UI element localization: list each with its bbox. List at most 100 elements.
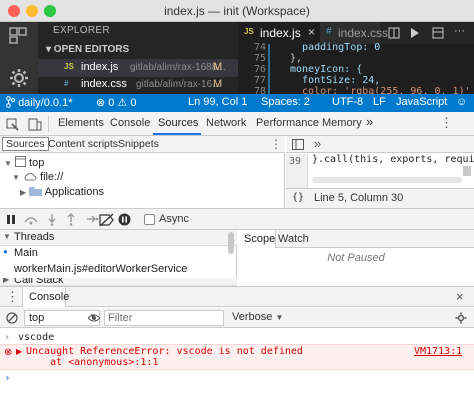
horizontal-scrollbar[interactable] (312, 177, 462, 183)
open-editor-filename: index.css (81, 78, 127, 90)
vertical-dots-icon[interactable]: ⋮ (270, 137, 282, 151)
line-gutter: 39 (286, 154, 308, 188)
branch-icon (6, 96, 15, 108)
pause-on-exceptions-icon[interactable] (118, 213, 131, 226)
explorer-title: EXPLORER (53, 25, 110, 36)
warning-icon: ⚠ (117, 97, 128, 109)
editor-tab-index-css[interactable]: # index.css (320, 22, 388, 44)
async-checkbox[interactable] (144, 214, 155, 225)
change-gutter-marker (268, 44, 270, 94)
thread-item-worker[interactable]: workerMain.js#editorWorkerService (0, 262, 226, 278)
console-filter-input[interactable] (104, 310, 224, 326)
activity-bar (0, 22, 38, 94)
editor-tab-index-js[interactable]: JS index.js × (238, 22, 320, 44)
error-source-link[interactable]: VM1713:1 (414, 346, 462, 357)
tree-item-applications[interactable]: ▶ Applications (20, 186, 104, 198)
modified-badge: M (213, 61, 223, 73)
tab-console-drawer[interactable]: Console (22, 287, 69, 307)
tab-scope[interactable]: Scope (238, 230, 276, 248)
open-editor-path: gitlab/alim/rax-1688... (130, 62, 226, 73)
source-tabs-bar: » (286, 136, 474, 153)
current-thread-icon: ● (3, 247, 8, 256)
thread-item-main[interactable]: ● Main (0, 246, 226, 262)
cursor-position[interactable]: Ln 99, Col 1 (188, 96, 247, 108)
open-editor-item[interactable]: # index.css gitlab/alim/rax-16... M (38, 76, 238, 94)
step-over-icon[interactable] (24, 214, 38, 225)
error-icon: ⊗ (96, 97, 106, 109)
close-tab-icon[interactable]: × (308, 25, 315, 39)
layout-icon[interactable] (432, 27, 444, 39)
more-tabs-button[interactable]: » (366, 114, 373, 129)
modified-badge: M (213, 78, 223, 90)
clear-console-icon[interactable] (6, 312, 18, 324)
step-icon[interactable] (85, 213, 99, 226)
smiley-icon[interactable]: ☺ (456, 96, 467, 108)
branch-status[interactable]: daily/0.0.1* (6, 96, 73, 109)
log-level-select[interactable]: Verbose ▼ (232, 311, 283, 323)
toggle-navigator-icon[interactable] (292, 139, 304, 150)
collapse-arrow-icon: ▼ (12, 173, 20, 182)
cloud-icon (24, 172, 37, 181)
step-out-icon[interactable] (66, 213, 76, 226)
sources-navigator: Sources Content scripts Snippets ⋮ ▼ top… (0, 136, 285, 208)
console-settings-gear-icon[interactable] (455, 312, 467, 324)
code-editor[interactable]: 74 paddingTop: 0 75 }, 76 moneyIcon: { 7… (238, 42, 474, 97)
more-tabs-button[interactable]: » (314, 136, 321, 151)
run-icon[interactable] (410, 28, 420, 38)
line-number: 77 (253, 75, 266, 86)
callstack-section-header[interactable]: ▶ Call Stack (0, 278, 237, 286)
vertical-dots-icon[interactable]: ⋮ (6, 289, 19, 305)
expand-arrow-icon: ▶ (3, 278, 10, 284)
eol-status[interactable]: LF (373, 96, 386, 108)
js-file-icon: JS (244, 27, 254, 36)
code-line: paddingTop: 0 (290, 42, 381, 53)
not-paused-message: Not Paused (327, 252, 385, 264)
deactivate-breakpoints-icon[interactable] (99, 213, 115, 227)
debugger-sidebar: ▼ Threads ● Main workerMain.js#editorWor… (0, 230, 237, 286)
pause-icon[interactable] (6, 214, 16, 225)
tab-network[interactable]: Network (206, 117, 246, 129)
threads-section-header[interactable]: ▼ Threads (0, 230, 237, 246)
inspect-element-icon[interactable] (6, 118, 19, 131)
more-actions-icon[interactable]: ··· (454, 25, 465, 37)
extensions-icon[interactable] (9, 26, 29, 44)
expand-error-arrow[interactable]: ▶ (16, 347, 22, 356)
code-line: }, (290, 53, 303, 64)
tab-sources-files[interactable]: Sources (2, 137, 49, 151)
drawer-tabs: ⋮ Console × (0, 287, 474, 307)
tab-memory[interactable]: Memory (322, 117, 362, 129)
indentation-status[interactable]: Spaces: 2 (261, 96, 310, 108)
tab-performance[interactable]: Performance (256, 117, 319, 129)
vertical-scrollbar[interactable] (463, 166, 471, 176)
close-drawer-icon[interactable]: × (456, 289, 464, 304)
problems-status[interactable]: ⊗ 0 ⚠ 0 (96, 96, 137, 109)
tab-watch[interactable]: Watch (278, 233, 309, 245)
tab-console[interactable]: Console (110, 117, 150, 129)
open-editors-header[interactable]: ▾ OPEN EDITORS (46, 44, 129, 55)
vertical-scrollbar[interactable] (228, 232, 234, 254)
console-prompt[interactable]: › (4, 371, 11, 384)
step-into-icon[interactable] (47, 213, 57, 226)
window-titlebar: index.js — init (Workspace) (0, 0, 474, 22)
device-toolbar-icon[interactable] (28, 118, 42, 131)
navigator-tabs: Sources Content scripts Snippets ⋮ (0, 136, 285, 153)
tab-content-scripts[interactable]: Content scripts (48, 138, 118, 150)
source-footer: {} Line 5, Column 30 (286, 188, 474, 208)
tree-item-file[interactable]: ▼ file:// (12, 171, 63, 183)
line-number: 39 (289, 156, 302, 167)
tab-sources[interactable]: Sources (158, 117, 198, 129)
devtools-toolbar: Elements Console Sources Network Perform… (0, 112, 474, 136)
gear-icon[interactable] (9, 68, 29, 88)
language-status[interactable]: JavaScript (396, 96, 447, 108)
pretty-print-icon[interactable]: {} (292, 192, 304, 203)
tree-item-top[interactable]: ▼ top (4, 156, 44, 169)
source-code-line[interactable]: }.call(this, exports, require, (312, 154, 474, 165)
eye-icon[interactable] (88, 312, 100, 324)
vertical-dots-icon[interactable]: ⋮ (440, 115, 453, 131)
tab-elements[interactable]: Elements (58, 117, 104, 129)
tab-snippets[interactable]: Snippets (118, 138, 159, 150)
split-editor-icon[interactable] (388, 27, 400, 39)
encoding-status[interactable]: UTF-8 (332, 96, 363, 108)
line-number: 74 (253, 42, 266, 53)
open-editor-item[interactable]: JS index.js gitlab/alim/rax-1688... M (38, 59, 238, 77)
